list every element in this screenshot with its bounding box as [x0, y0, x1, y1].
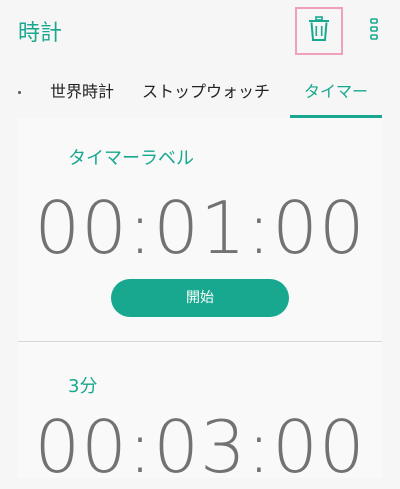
app-bar: 時計	[0, 0, 400, 70]
tab-world-clock[interactable]: 世界時計	[50, 70, 114, 118]
overflow-menu-button[interactable]	[361, 15, 387, 47]
timer-time[interactable]: 00:01:00	[18, 188, 382, 268]
start-button[interactable]: 開始	[111, 279, 289, 317]
tab-timer-label: タイマー	[303, 82, 368, 101]
timer-card[interactable]: タイマーラベル 00:01:00 開始	[18, 118, 382, 341]
app-title: 時計	[18, 21, 63, 46]
timer-label[interactable]: 3分	[68, 372, 97, 398]
timer-time[interactable]: 00:03:00	[18, 407, 382, 487]
timer-card[interactable]: 3分 00:03:00	[18, 342, 382, 487]
trash-icon	[307, 16, 331, 46]
tab-bar: 世界時計 ストップウォッチ タイマー	[0, 70, 400, 118]
delete-button[interactable]	[295, 7, 343, 55]
tab-timer[interactable]: タイマー	[290, 70, 382, 118]
more-vert-icon	[370, 18, 378, 44]
tab-stopwatch[interactable]: ストップウォッチ	[142, 70, 270, 118]
tab-scroll-indicator	[18, 91, 21, 94]
timer-label[interactable]: タイマーラベル	[68, 144, 194, 170]
